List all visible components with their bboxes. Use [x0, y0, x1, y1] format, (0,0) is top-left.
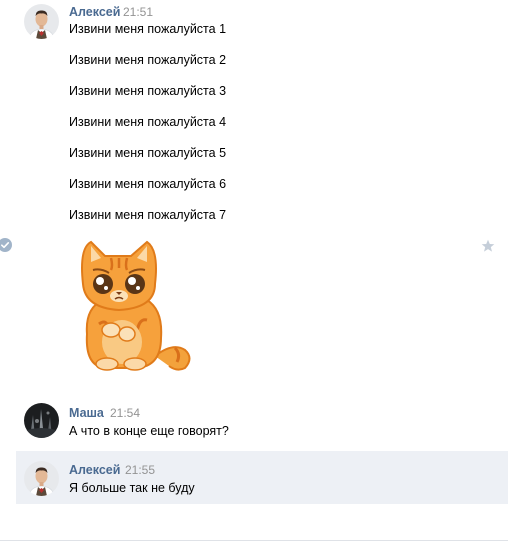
message-text: Извини меня пожалуйста 5	[69, 146, 227, 160]
message-time[interactable]: 21:51	[123, 5, 153, 19]
message-text: Извини меня пожалуйста 1	[69, 22, 227, 36]
sad-cat-sticker[interactable]	[77, 238, 193, 374]
message-text: Извини меня пожалуйста 7	[69, 208, 227, 222]
check-circle-icon	[0, 238, 12, 252]
message-text: Извини меня пожалуйста 4	[69, 115, 227, 129]
selected-message-background	[16, 451, 508, 504]
avatar-masha[interactable]	[24, 403, 59, 438]
message-time[interactable]: 21:55	[125, 463, 155, 477]
message-author[interactable]: Маша	[69, 406, 104, 420]
avatar-aleksey[interactable]	[24, 4, 59, 39]
message-text: А что в конце еще говорят?	[69, 424, 229, 438]
message-text: Я больше так не буду	[69, 481, 195, 495]
divider	[0, 540, 508, 541]
message-time[interactable]: 21:54	[110, 406, 140, 420]
message-text: Извини меня пожалуйста 3	[69, 84, 227, 98]
message-author[interactable]: Алексей	[69, 5, 120, 19]
message-text: Извини меня пожалуйста 2	[69, 53, 227, 67]
avatar-aleksey[interactable]	[24, 461, 59, 496]
message-author[interactable]: Алексей	[69, 463, 120, 477]
message-text: Извини меня пожалуйста 6	[69, 177, 227, 191]
star-icon[interactable]	[481, 239, 495, 253]
